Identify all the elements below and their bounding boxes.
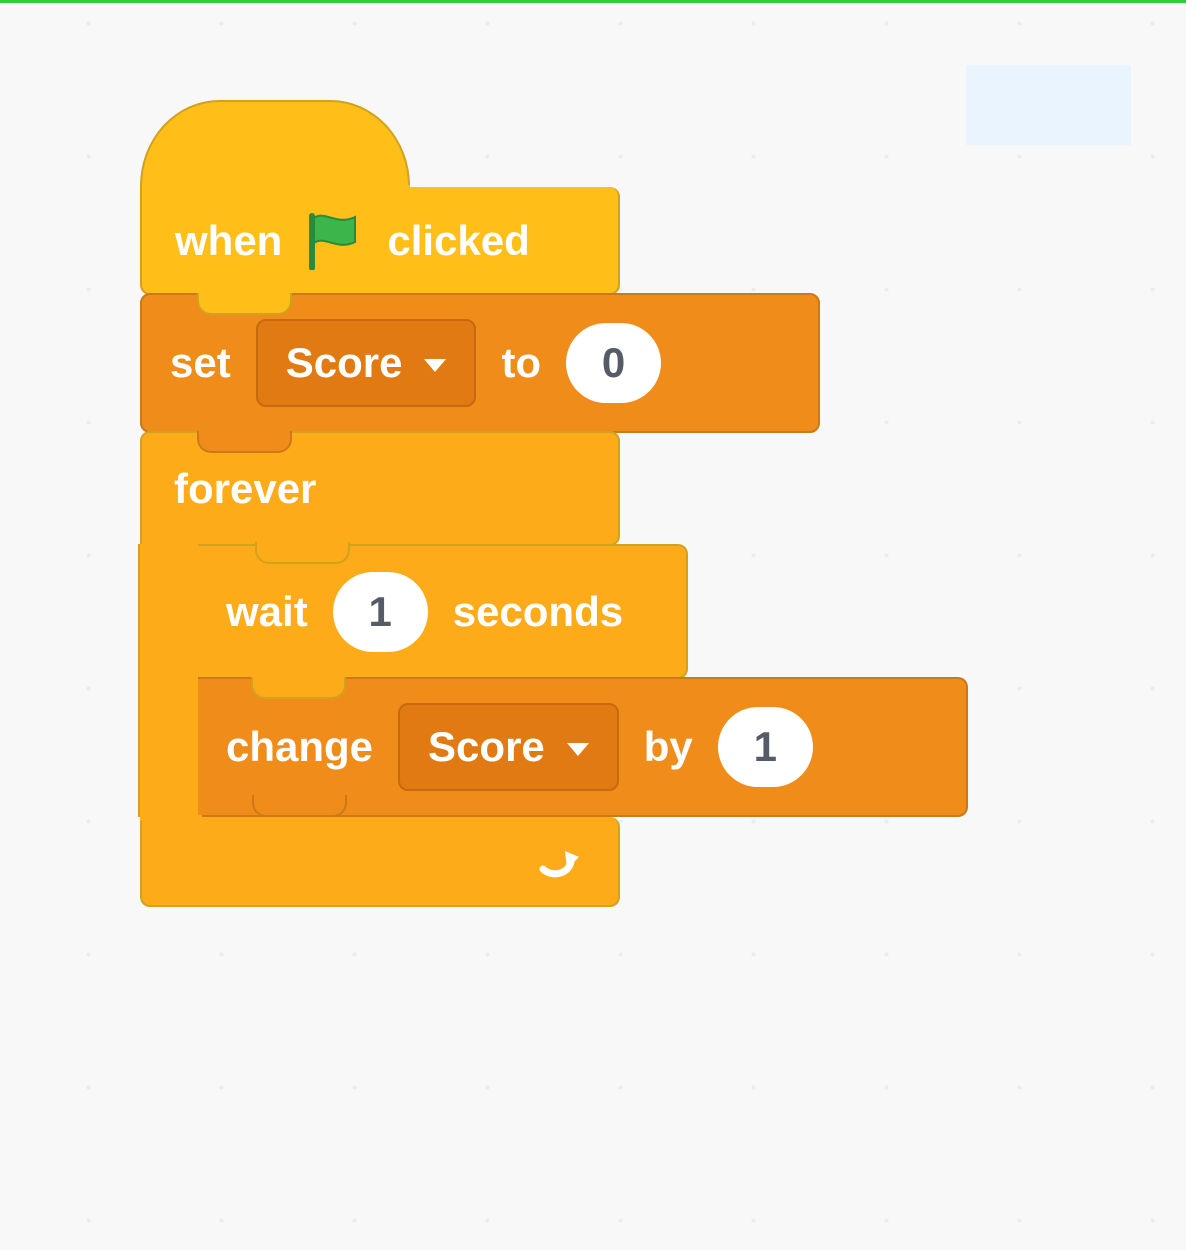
forever-label: forever — [174, 465, 316, 513]
value-input[interactable]: 1 — [718, 707, 813, 787]
script-canvas[interactable]: when clicked set Score to 0 forever — [140, 100, 820, 907]
dropdown-label: Score — [286, 339, 403, 387]
hat-content: when clicked — [140, 187, 565, 295]
value-text: 1 — [754, 723, 777, 771]
chevron-down-icon — [424, 359, 446, 372]
value-input[interactable]: 1 — [333, 572, 428, 652]
to-label: to — [501, 339, 541, 387]
variable-dropdown[interactable]: Score — [398, 703, 619, 791]
dropdown-label: Score — [428, 723, 545, 771]
c-join — [140, 815, 202, 821]
forever-block[interactable]: forever wait 1 seconds change Score by — [140, 431, 620, 907]
change-label: change — [226, 723, 373, 771]
green-flag-icon — [307, 212, 362, 270]
block-notch — [251, 677, 346, 699]
set-variable-block[interactable]: set Score to 0 — [140, 293, 820, 433]
value-text: 0 — [602, 339, 625, 387]
block-notch — [197, 293, 292, 315]
top-border-accent — [0, 0, 1186, 3]
hat-prefix-label: when — [175, 217, 282, 265]
hat-arc — [140, 100, 410, 195]
loop-arrow-icon — [535, 841, 583, 881]
forever-bottom — [140, 817, 620, 907]
block-notch — [197, 431, 292, 453]
variable-dropdown[interactable]: Score — [256, 319, 477, 407]
forever-top: forever — [140, 431, 620, 546]
wait-label: wait — [226, 588, 308, 636]
seconds-label: seconds — [453, 588, 623, 636]
set-label: set — [170, 339, 231, 387]
value-input[interactable]: 0 — [566, 323, 661, 403]
block-notch — [255, 542, 350, 564]
by-label: by — [644, 723, 693, 771]
value-text: 1 — [369, 588, 392, 636]
selection-highlight — [966, 65, 1131, 145]
hat-suffix-label: clicked — [387, 217, 529, 265]
chevron-down-icon — [567, 743, 589, 756]
when-flag-clicked-block[interactable]: when clicked — [140, 100, 620, 295]
wait-block[interactable]: wait 1 seconds — [198, 544, 688, 679]
block-notch — [252, 795, 347, 817]
forever-body: wait 1 seconds change Score by 1 — [140, 544, 620, 817]
